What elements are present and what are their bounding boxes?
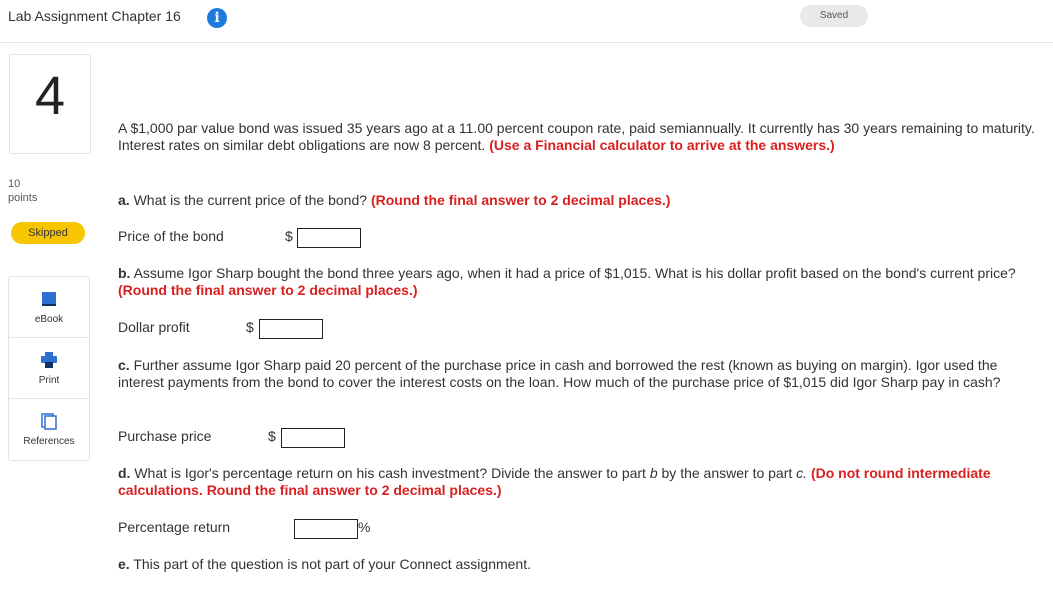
purchase-label: Purchase price <box>118 428 212 444</box>
references-button[interactable]: References <box>9 399 89 459</box>
ebook-button[interactable]: eBook <box>9 277 89 338</box>
profit-label: Dollar profit <box>118 319 190 335</box>
info-icon[interactable]: i <box>207 8 227 28</box>
part-c-prompt: c. Further assume Igor Sharp paid 20 per… <box>118 357 1001 390</box>
question-intro: A $1,000 par value bond was issued 35 ye… <box>118 120 1035 153</box>
profit-input[interactable] <box>259 319 323 339</box>
question-number: 4 <box>34 66 66 126</box>
references-icon <box>41 413 57 430</box>
points-label: points <box>8 192 38 204</box>
references-label: References <box>23 436 75 447</box>
currency-symbol: $ <box>285 228 293 244</box>
points-info: 10 points <box>8 177 37 205</box>
tools-panel: eBook Print References <box>8 276 90 461</box>
status-badge: Skipped <box>11 222 85 244</box>
price-label: Price of the bond <box>118 228 224 244</box>
assignment-title: Lab Assignment Chapter 16 <box>8 8 181 24</box>
purchase-input[interactable] <box>281 428 345 448</box>
points-value: 10 <box>8 178 21 190</box>
return-input[interactable] <box>294 519 358 539</box>
question-number-card: 4 <box>9 54 91 154</box>
price-input[interactable] <box>297 228 361 248</box>
part-b-prompt: b. Assume Igor Sharp bought the bond thr… <box>118 265 1016 298</box>
return-label: Percentage return <box>118 519 231 535</box>
currency-symbol: $ <box>246 319 254 335</box>
saved-badge: Saved <box>800 5 868 27</box>
currency-symbol: $ <box>268 428 276 444</box>
part-a-prompt: a. What is the current price of the bond… <box>118 192 671 208</box>
printer-icon <box>41 352 57 368</box>
ebook-label: eBook <box>34 314 64 325</box>
percent-symbol: % <box>358 519 371 535</box>
print-button[interactable]: Print <box>9 338 89 399</box>
header-bar: Lab Assignment Chapter 16 i Saved <box>0 0 1053 43</box>
book-icon <box>42 292 56 306</box>
part-e-prompt: e. This part of the question is not part… <box>118 556 531 572</box>
print-label: Print <box>38 375 60 386</box>
part-d-prompt: d. What is Igor's percentage return on h… <box>118 465 991 498</box>
